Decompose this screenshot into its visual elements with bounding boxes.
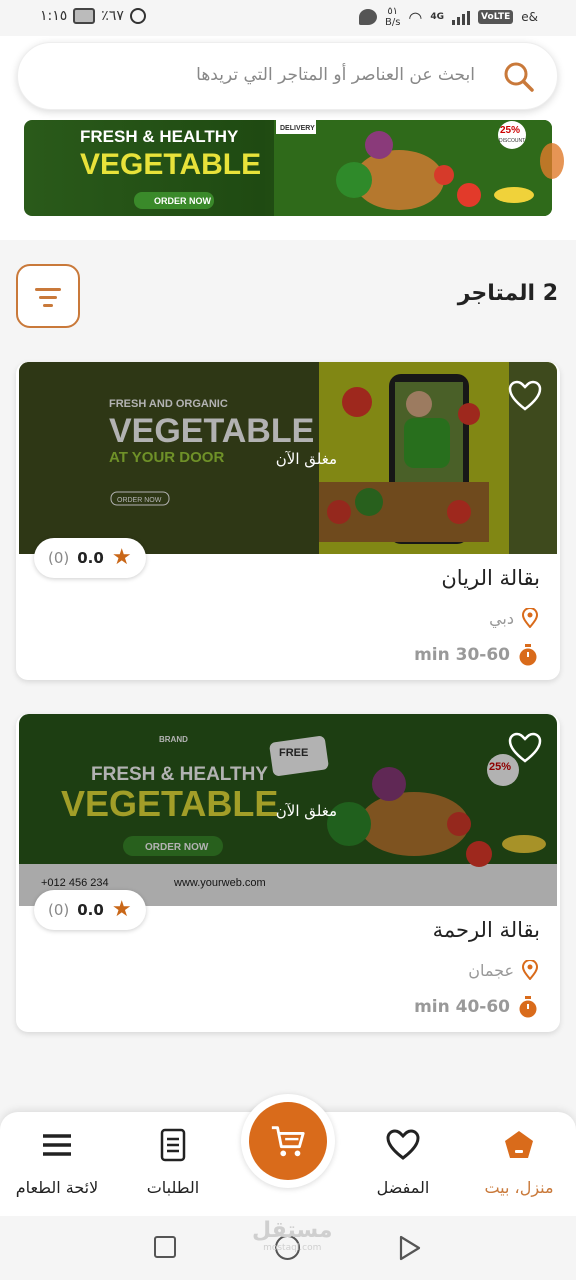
- svg-text:DISCOUNT: DISCOUNT: [499, 138, 525, 144]
- rating-count: (0): [48, 901, 70, 919]
- nav-favorites[interactable]: المفضل: [348, 1112, 458, 1216]
- svg-text:VEGETABLE: VEGETABLE: [80, 148, 261, 181]
- location-pin-icon: [522, 960, 538, 980]
- timer-icon: [519, 996, 537, 1018]
- store-delivery-time: min 30-60: [414, 644, 538, 666]
- heart-icon: [386, 1129, 420, 1160]
- rating-count: (0): [48, 549, 70, 567]
- net-speed-unit: B/s: [384, 17, 401, 28]
- store-name: بقالة الريان: [441, 566, 540, 590]
- store-location: دبي: [489, 608, 538, 628]
- store-location-text: عجمان: [468, 960, 514, 980]
- svg-text:FRESH & HEALTHY: FRESH & HEALTHY: [80, 127, 239, 146]
- filter-button[interactable]: [16, 264, 80, 328]
- nav-orders[interactable]: الطلبات: [118, 1112, 228, 1216]
- carrier-label: e&: [521, 10, 538, 24]
- menu-icon: [43, 1134, 71, 1156]
- watermark-text: مستقل: [252, 1218, 333, 1243]
- svg-text:ORDER NOW: ORDER NOW: [154, 196, 212, 206]
- store-name: بقالة الرحمة: [432, 918, 540, 942]
- alarm-icon: [129, 8, 146, 24]
- nav-menu[interactable]: لائحة الطعام: [2, 1112, 112, 1216]
- svg-text:25%: 25%: [500, 125, 520, 136]
- promo-banner[interactable]: FRESH & HEALTHY VEGETABLE ORDER NOW 25% …: [24, 120, 552, 216]
- watermark-logo: مستقل mostaql.com: [252, 1218, 332, 1253]
- recent-apps-button[interactable]: [154, 1236, 176, 1258]
- watermark-sub: mostaql.com: [263, 1243, 322, 1253]
- nav-home-label: منزل، بيت: [484, 1178, 554, 1197]
- rating-value: 0.0: [77, 549, 104, 567]
- store-location: عجمان: [468, 960, 538, 980]
- status-left: ١:١٥ ٪٦٧: [40, 8, 146, 24]
- wifi-icon: ◠: [408, 7, 423, 27]
- status-bar: ١:١٥ ٪٦٧ ٥١ B/s ◠ 4G VoLTE e&: [0, 0, 576, 36]
- next-banner-peek[interactable]: [540, 143, 564, 179]
- back-button[interactable]: [398, 1235, 422, 1261]
- home-icon: [505, 1131, 533, 1158]
- status-time: ١:١٥: [40, 8, 68, 24]
- store-status: مغلق الآن: [275, 802, 338, 820]
- store-delivery-time-text: min 30-60: [414, 645, 510, 665]
- rating-value: 0.0: [77, 901, 104, 919]
- net-speed: ٥١ B/s: [385, 6, 400, 28]
- volte-badge: VoLTE: [478, 10, 514, 24]
- store-delivery-time: min 40-60: [414, 996, 538, 1018]
- nav-home[interactable]: منزل، بيت: [464, 1112, 574, 1216]
- timer-icon: [519, 644, 537, 666]
- heart-icon[interactable]: [508, 732, 542, 764]
- search-placeholder: ابحث عن العناصر أو المتاجر التي تريدها: [196, 65, 475, 85]
- filter-icon-line3: [43, 304, 53, 307]
- promo-banner-image: FRESH & HEALTHY VEGETABLE ORDER NOW 25% …: [80, 120, 552, 216]
- chat-notification-icon: [358, 9, 377, 25]
- filter-icon: [35, 288, 61, 291]
- status-right: ٥١ B/s ◠ 4G VoLTE e&: [358, 6, 538, 28]
- net-speed-value: ٥١: [387, 6, 399, 17]
- location-pin-icon: [522, 608, 538, 628]
- network-type: 4G: [430, 12, 445, 22]
- cart-button[interactable]: [241, 1094, 335, 1188]
- search-input[interactable]: ابحث عن العناصر أو المتاجر التي تريدها: [17, 42, 558, 110]
- stores-count-title: 2 المتاجر: [457, 281, 558, 306]
- search-icon: [504, 62, 534, 92]
- svg-text:DELIVERY: DELIVERY: [280, 125, 315, 132]
- filter-icon-line2: [39, 296, 57, 299]
- nav-favorites-label: المفضل: [376, 1178, 430, 1197]
- cart-button-inner: [249, 1102, 327, 1180]
- heart-icon[interactable]: [508, 380, 542, 412]
- orders-icon: [160, 1128, 186, 1162]
- battery-level: ٪٦٧: [101, 8, 124, 24]
- nav-orders-label: الطلبات: [146, 1178, 200, 1197]
- rating-badge: (0) 0.0 ★: [34, 538, 146, 578]
- store-location-text: دبي: [489, 608, 514, 628]
- nav-menu-label: لائحة الطعام: [15, 1178, 99, 1197]
- star-icon: ★: [111, 545, 132, 570]
- store-status: مغلق الآن: [275, 450, 338, 468]
- battery-saver-icon: [73, 8, 96, 24]
- star-icon: ★: [111, 897, 132, 922]
- rating-badge: (0) 0.0 ★: [34, 890, 146, 930]
- store-card[interactable]: FRESH & HEALTHY VEGETABLE ORDER NOW BRAN…: [16, 714, 560, 1032]
- store-card[interactable]: FRESH AND ORGANIC VEGETABLE AT YOUR DOOR…: [16, 362, 560, 680]
- store-delivery-time-text: min 40-60: [414, 997, 510, 1017]
- signal-icon: [452, 9, 471, 25]
- cart-icon: [271, 1126, 305, 1157]
